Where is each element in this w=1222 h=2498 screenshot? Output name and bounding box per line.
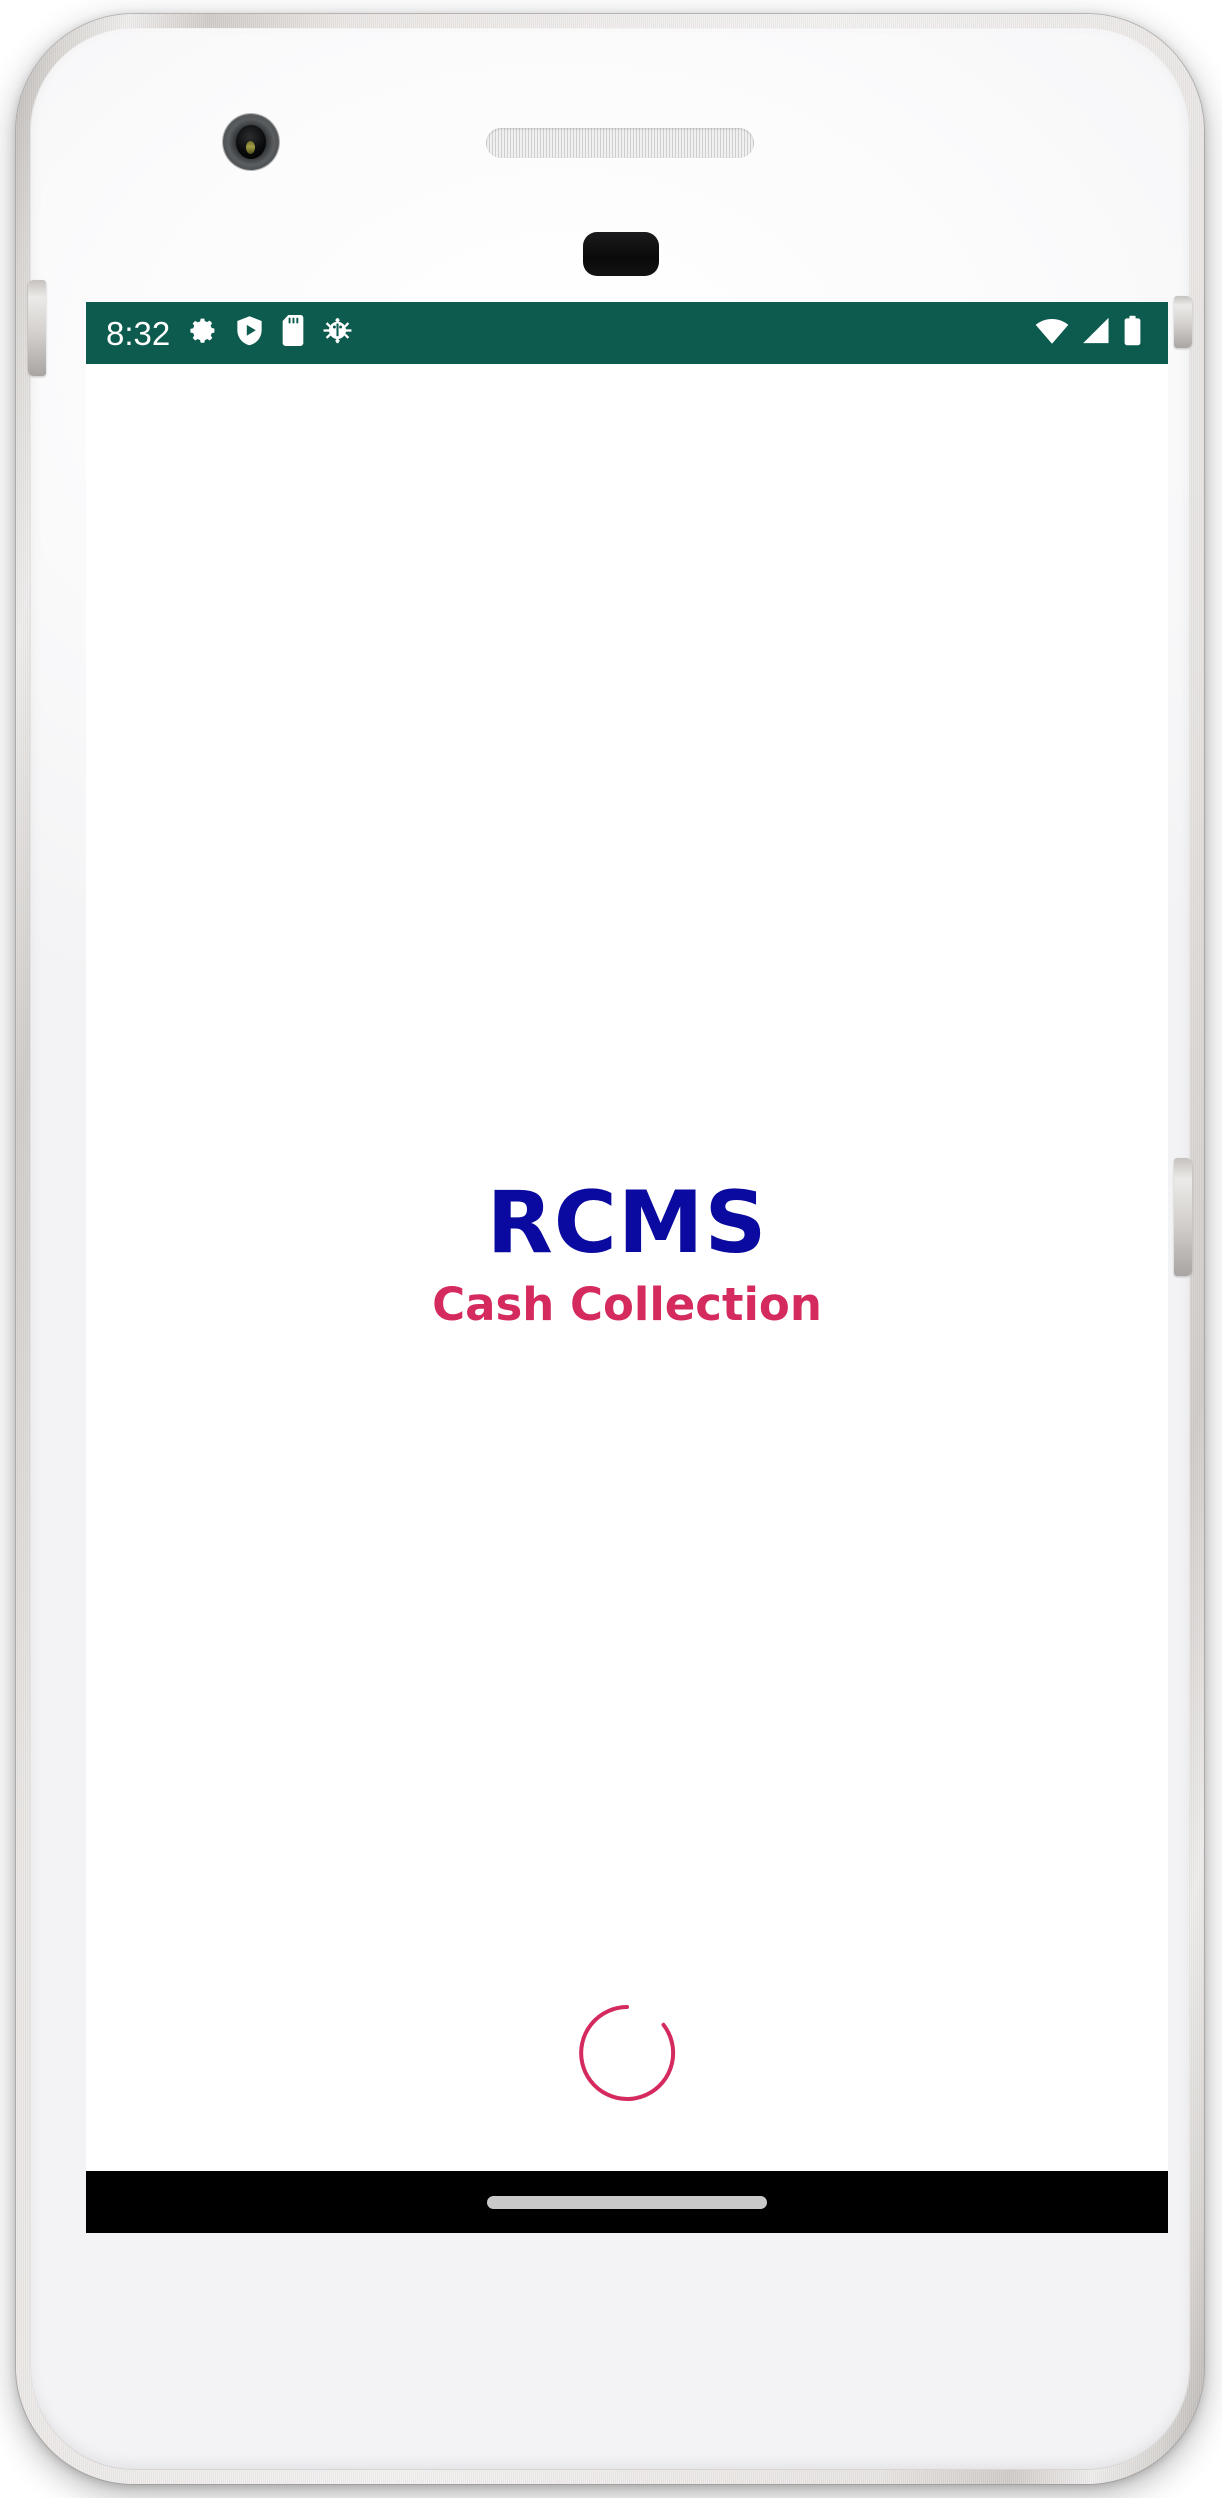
- wifi-icon: [1035, 315, 1069, 351]
- gesture-home-pill[interactable]: [487, 2195, 767, 2209]
- settings-gear-icon: [187, 315, 218, 351]
- app-title: RCMS: [486, 1173, 768, 1274]
- status-bar-right-group: [1035, 315, 1142, 351]
- brand-block: RCMS Cash Collection: [86, 352, 1168, 2159]
- front-camera-icon: [223, 114, 279, 170]
- cellular-signal-icon: [1081, 315, 1111, 351]
- earpiece-speaker: [486, 128, 754, 158]
- volume-button-right[interactable]: [1174, 1158, 1192, 1276]
- sd-card-icon: [281, 315, 305, 351]
- play-protect-shield-icon: [235, 315, 264, 351]
- app-subtitle: Cash Collection: [432, 1277, 822, 1331]
- system-navigation-bar[interactable]: [86, 2171, 1168, 2233]
- status-bar-clock: 8:32: [106, 314, 171, 352]
- status-bar-left-group: 8:32: [106, 315, 353, 351]
- phone-device-frame: 8:32 RCMS Cash Collection: [10, 8, 1210, 2490]
- proximity-sensor: [583, 232, 659, 276]
- phone-chassis: 8:32 RCMS Cash Collection: [28, 28, 1192, 2470]
- volume-button-left[interactable]: [28, 280, 46, 376]
- debug-bug-icon: [322, 315, 353, 351]
- battery-icon: [1123, 315, 1142, 351]
- loading-spinner: [575, 2001, 679, 2105]
- power-button-right[interactable]: [1174, 296, 1192, 348]
- splash-screen-content: RCMS Cash Collection: [86, 364, 1168, 2171]
- phone-screen: 8:32 RCMS Cash Collection: [86, 302, 1168, 2233]
